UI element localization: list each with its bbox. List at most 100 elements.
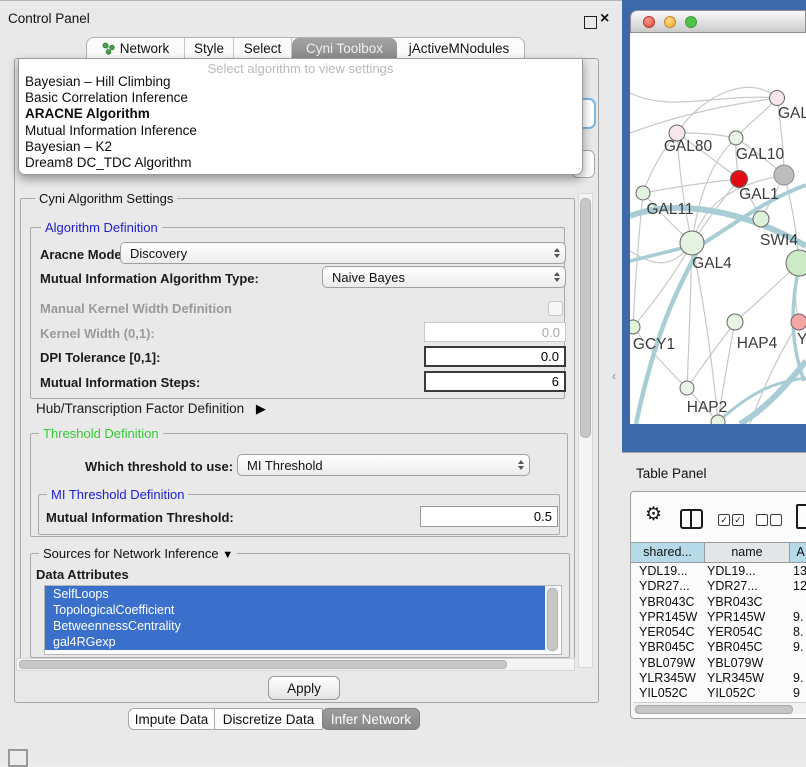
table-horizontal-scrollbar[interactable] [633, 702, 806, 714]
network-node-gal10[interactable] [729, 131, 743, 145]
dock-icon[interactable] [8, 749, 28, 767]
mi-algorithm-type-label: Mutual Information Algorithm Type: [40, 271, 259, 286]
control-panel-title: Control Panel [8, 11, 90, 26]
data-attribute-item[interactable]: BetweennessCentrality [45, 618, 553, 634]
kernel-width-field[interactable]: 0.0 [424, 322, 566, 342]
float-window-icon[interactable] [584, 16, 597, 29]
network-edge[interactable] [677, 87, 777, 133]
settings-horizontal-scrollbar[interactable] [16, 658, 575, 671]
tab-cyni-toolbox[interactable]: Cyni Toolbox [292, 38, 397, 59]
algorithm-option[interactable]: Bayesian – Hill Climbing [19, 74, 582, 90]
network-node-gal-top[interactable] [770, 91, 785, 106]
scrollbar-thumb[interactable] [635, 705, 793, 714]
select-all-checkbox-icon[interactable]: ✓ [732, 514, 744, 526]
table-row[interactable]: YBL079WYBL079W [633, 656, 806, 671]
tab-style[interactable]: Style [185, 38, 234, 59]
table-rows: YDL19...YDL19...13YDR27...YDR27...12YBR0… [633, 564, 806, 698]
network-edge[interactable] [643, 179, 739, 193]
group-title: MI Threshold Definition [47, 487, 188, 502]
which-threshold-select[interactable]: MI Threshold [237, 454, 530, 476]
table-panel: Table Panel ⚙ ✓ ✓ shared...nameA YDL19..… [622, 452, 806, 762]
sources-title: Sources for Network Inference [43, 546, 219, 561]
deselect-all-checkbox-icon[interactable] [756, 514, 768, 526]
node-label: HAP2 [687, 399, 728, 416]
column-header[interactable]: A [790, 543, 806, 562]
column-header[interactable]: name [705, 543, 790, 562]
network-node-swi4[interactable] [753, 211, 769, 227]
network-node-hap4[interactable] [727, 314, 743, 330]
network-node-gray-node[interactable] [774, 165, 794, 185]
aracne-mode-select[interactable]: Discovery [120, 242, 566, 264]
mi-algorithm-type-select[interactable]: Naive Bayes [322, 266, 566, 288]
table-row[interactable]: YDR27...YDR27...12 [633, 579, 806, 594]
close-traffic-light-icon[interactable] [643, 16, 655, 28]
data-attribute-item[interactable]: TopologicalCoefficient [45, 602, 553, 618]
table-row[interactable]: YIL052CYIL052C9 [633, 686, 806, 698]
network-edge[interactable] [736, 98, 777, 138]
network-canvas[interactable]: GALGAL80GAL10GAL1GAL11SWI4GAL4GCY1HAP4YH… [630, 33, 806, 424]
network-edge[interactable] [740, 361, 806, 424]
algorithm-option[interactable]: Bayesian – K2 [19, 139, 582, 155]
scrollbar-thumb[interactable] [547, 588, 558, 651]
table-cell: YIL052C [639, 686, 688, 698]
network-icon [102, 42, 115, 55]
network-edge[interactable] [633, 243, 692, 327]
network-node-gal11[interactable] [636, 186, 650, 200]
data-attribute-item[interactable]: gal4RGexp [45, 634, 553, 650]
network-edge[interactable] [687, 322, 735, 388]
deselect-all-checkbox-icon[interactable] [770, 514, 782, 526]
network-window-titlebar[interactable] [630, 10, 806, 33]
hub-tf-definition-toggle[interactable]: Hub/Transcription Factor Definition ▶ [36, 401, 266, 417]
group-title: Cyni Algorithm Settings [35, 191, 177, 206]
select-all-checkbox-icon[interactable]: ✓ [718, 514, 730, 526]
column-header[interactable]: shared... [631, 543, 705, 562]
table-cell: YER054C [639, 625, 695, 639]
table-row[interactable]: YBR043CYBR043C [633, 595, 806, 610]
panel-collapse-handle[interactable]: ‹ [612, 369, 616, 383]
mi-threshold-field[interactable]: 0.5 [420, 506, 558, 527]
apply-button[interactable]: Apply [268, 676, 340, 700]
tab-network[interactable]: Network [87, 38, 185, 59]
network-node-bottom-green[interactable] [711, 415, 725, 424]
tab-discretize-data[interactable]: Discretize Data [214, 708, 323, 730]
list-scrollbar[interactable] [545, 586, 558, 652]
table-row[interactable]: YBR045CYBR045C9. [633, 640, 806, 655]
tab-infer-network[interactable]: Infer Network [322, 708, 420, 730]
table-row[interactable]: YER054CYER054C8. [633, 625, 806, 640]
tab-impute-data[interactable]: Impute Data [128, 708, 215, 730]
close-icon[interactable]: × [600, 10, 609, 28]
scrollbar-thumb[interactable] [19, 660, 507, 669]
mi-steps-field[interactable]: 6 [424, 371, 566, 392]
table-cell: 8. [793, 625, 803, 639]
algorithm-option[interactable]: Dream8 DC_TDC Algorithm [19, 155, 582, 171]
gear-icon[interactable]: ⚙ [645, 505, 662, 524]
settings-vertical-scrollbar[interactable] [578, 193, 593, 668]
manual-kernel-width-checkbox[interactable] [548, 301, 563, 316]
network-node-pink-right[interactable] [791, 314, 806, 330]
sources-toggle[interactable]: Sources for Network Inference ▼ [39, 546, 237, 561]
algorithm-option[interactable]: ARACNE Algorithm [19, 106, 582, 122]
algorithm-option[interactable]: Basic Correlation Inference [19, 90, 582, 106]
node-label: GAL1 [739, 186, 779, 203]
tab-jactivemnodules[interactable]: jActiveMNodules [397, 38, 521, 59]
network-node-gcy1[interactable] [630, 320, 640, 334]
dpi-tolerance-field[interactable]: 0.0 [424, 346, 566, 367]
export-table-icon[interactable] [796, 504, 806, 529]
network-node-gal4[interactable] [680, 231, 704, 255]
network-node-gal1[interactable] [731, 171, 748, 188]
zoom-traffic-light-icon[interactable] [685, 16, 697, 28]
table-cell: YBL079W [707, 656, 763, 670]
minimize-traffic-light-icon[interactable] [664, 16, 676, 28]
tab-select[interactable]: Select [234, 38, 292, 59]
network-edge[interactable] [718, 378, 806, 422]
scrollbar-thumb[interactable] [580, 198, 591, 438]
network-node-hap2[interactable] [680, 381, 694, 395]
data-attribute-item[interactable]: SelfLoops [45, 586, 553, 602]
columns-icon[interactable] [680, 509, 703, 529]
network-edge[interactable] [630, 98, 777, 133]
algorithm-dropdown: Select algorithm to view settings Bayesi… [18, 58, 583, 175]
table-row[interactable]: YPR145WYPR145W9. [633, 610, 806, 625]
table-row[interactable]: YDL19...YDL19...13 [633, 564, 806, 579]
algorithm-option[interactable]: Mutual Information Inference [19, 123, 582, 139]
table-row[interactable]: YLR345WYLR345W9. [633, 671, 806, 686]
